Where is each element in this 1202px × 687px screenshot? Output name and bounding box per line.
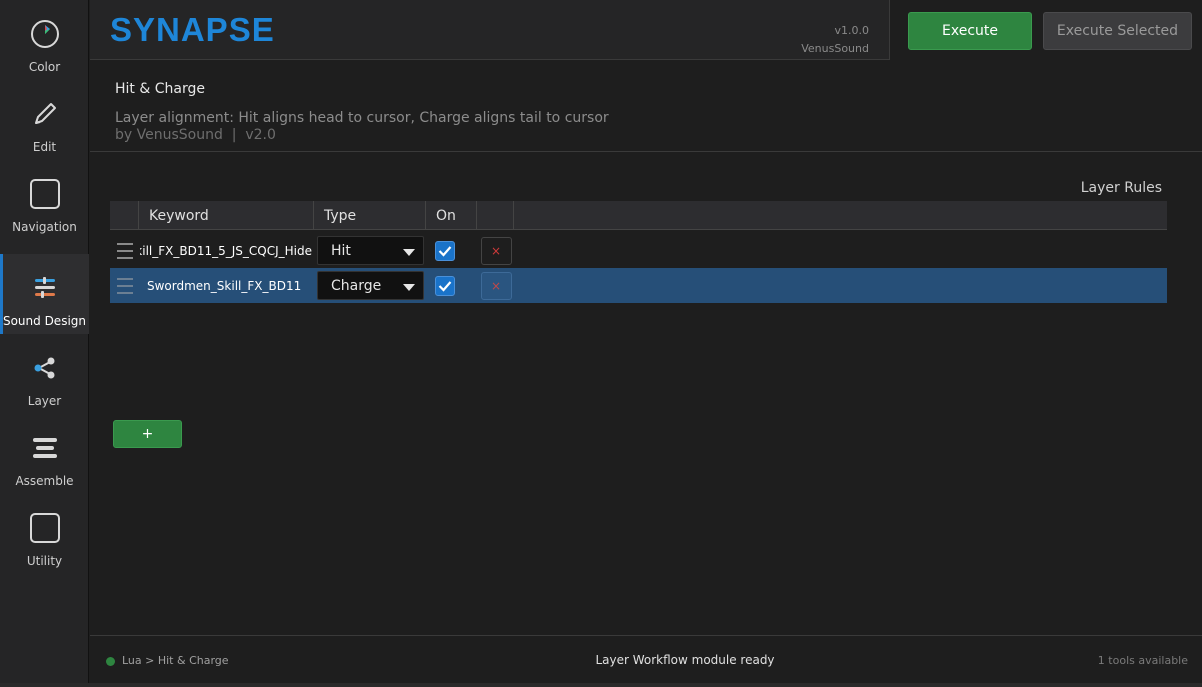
color-wheel-icon [29, 18, 61, 50]
version-label: v1.0.0 [834, 24, 870, 37]
brand-logo: SYNAPSE [110, 11, 275, 48]
sidebar-item-label: Utility [26, 554, 63, 568]
app-window: Color Edit Navigation Sound Design Layer [0, 0, 1202, 687]
delete-row-button[interactable]: × [480, 271, 512, 300]
delete-cell: × [480, 268, 512, 303]
share-nodes-icon [29, 352, 61, 384]
module-author: by VenusSound | v2.0 [115, 127, 276, 143]
column-header-on: On [426, 201, 477, 230]
sidebar-item-label: Color [28, 60, 61, 74]
delete-cell: × [480, 233, 512, 268]
keyword-input[interactable]: Swordmen_Skill_FX_BD11_5_JS_CQCJ_Hide [140, 233, 312, 268]
sidebar-item-navigation[interactable]: Navigation [0, 160, 89, 240]
execute-button[interactable]: Execute [908, 12, 1032, 50]
brand-panel: SYNAPSE v1.0.0 VenusSound [90, 0, 890, 60]
rules-section-title: Layer Rules [1080, 180, 1162, 196]
square-icon [29, 512, 61, 544]
rules-table: Keyword Type On Swordmen_Skill_FX_BD11_5… [110, 201, 1167, 303]
keyword-value: Swordmen_Skill_FX_BD11 [147, 278, 302, 293]
type-value: Charge [331, 277, 382, 294]
type-value: Hit [331, 242, 351, 259]
status-bar: Lua > Hit & Charge Layer Workflow module… [90, 635, 1202, 687]
enabled-checkbox[interactable] [435, 240, 455, 261]
sidebar-item-label: Layer [27, 394, 62, 408]
sidebar: Color Edit Navigation Sound Design Layer [0, 0, 89, 687]
square-icon [29, 178, 61, 210]
chevron-down-icon [403, 284, 415, 291]
sidebar-item-edit[interactable]: Edit [0, 80, 89, 160]
sidebar-item-label: Edit [32, 140, 57, 154]
drag-handle-icon[interactable] [110, 268, 139, 303]
bottom-edge [0, 683, 1202, 687]
add-rule-button[interactable]: + [113, 420, 182, 448]
type-dropdown[interactable]: Charge [317, 271, 424, 300]
sidebar-item-label: Sound Design [2, 314, 87, 328]
type-dropdown[interactable]: Hit [317, 236, 424, 265]
keyword-value: Swordmen_Skill_FX_BD11_5_JS_CQCJ_Hide [140, 243, 312, 258]
drag-column-header [110, 201, 139, 230]
checkmark-icon [438, 245, 452, 257]
type-cell: Charge [317, 268, 425, 303]
keyword-input[interactable]: Swordmen_Skill_FX_BD11 [140, 268, 312, 303]
sidebar-item-sound-design[interactable]: Sound Design [0, 254, 89, 334]
sidebar-item-assemble[interactable]: Assemble [0, 414, 89, 494]
module-description: Layer alignment: Hit aligns head to curs… [115, 110, 609, 126]
sidebar-item-utility[interactable]: Utility [0, 494, 89, 574]
column-header-type: Type [314, 201, 426, 230]
divider [90, 151, 1202, 152]
table-header: Keyword Type On [110, 201, 1167, 230]
table-row[interactable]: Swordmen_Skill_FX_BD11_5_JS_CQCJ_Hide Hi… [110, 233, 1167, 268]
delete-column-header [477, 201, 514, 230]
sliders-icon [29, 272, 61, 304]
stack-icon [29, 432, 61, 464]
enabled-checkbox[interactable] [435, 275, 455, 296]
delete-row-button[interactable]: × [480, 236, 512, 265]
sidebar-item-label: Assemble [15, 474, 74, 488]
sidebar-item-layer[interactable]: Layer [0, 334, 89, 414]
execute-selected-button[interactable]: Execute Selected [1043, 12, 1192, 50]
on-cell [434, 233, 456, 268]
author-label: VenusSound [801, 42, 869, 55]
status-message: Layer Workflow module ready [595, 653, 775, 667]
chevron-down-icon [403, 249, 415, 256]
checkmark-icon [438, 280, 452, 292]
pencil-icon [29, 98, 61, 130]
column-header-keyword: Keyword [139, 201, 314, 230]
sidebar-item-label: Navigation [12, 220, 77, 234]
drag-handle-icon[interactable] [110, 233, 139, 268]
header: SYNAPSE v1.0.0 VenusSound Execute Execut… [90, 0, 1202, 60]
module-title: Hit & Charge [115, 81, 205, 97]
sidebar-item-color[interactable]: Color [0, 0, 89, 80]
on-cell [434, 268, 456, 303]
type-cell: Hit [317, 233, 425, 268]
tools-count: 1 tools available [1097, 654, 1188, 667]
table-row[interactable]: Swordmen_Skill_FX_BD11 Charge × [110, 268, 1167, 303]
